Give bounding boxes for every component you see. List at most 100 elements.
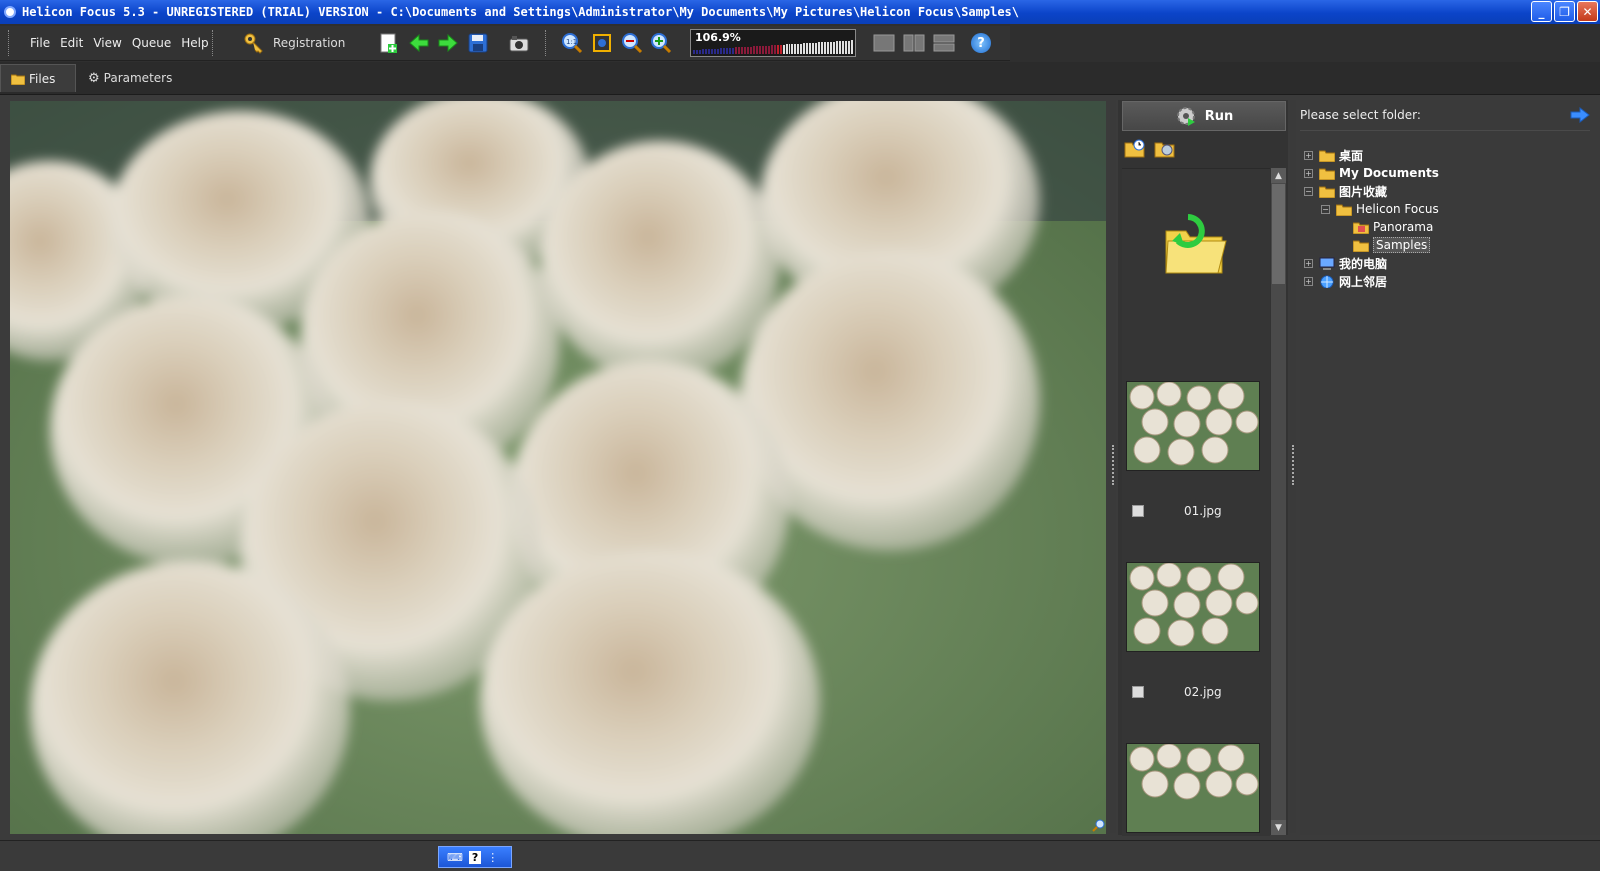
file-list-scrollbar[interactable]: ▲ ▼ [1271, 168, 1286, 835]
tree-expander-icon[interactable]: + [1304, 168, 1313, 178]
tree-node-label: 我的电脑 [1339, 256, 1388, 271]
thumbnail-03[interactable] [1126, 743, 1260, 833]
tree-expander-icon[interactable]: + [1304, 150, 1313, 160]
layout-single-button[interactable] [872, 32, 896, 54]
tree-expander-icon[interactable]: − [1304, 186, 1313, 196]
toolbar-grip[interactable] [8, 30, 12, 56]
folder-icon [1319, 168, 1335, 180]
toolbar-grip[interactable] [545, 30, 549, 56]
open-folder-icon[interactable] [1160, 211, 1230, 277]
app-icon[interactable] [4, 6, 16, 18]
svg-text:1:1: 1:1 [566, 38, 577, 46]
ime-toolbar[interactable]: ⌨ ? ⋮ [438, 846, 512, 868]
folder-icon [11, 74, 25, 85]
ime-options-icon[interactable]: ⋮ [487, 851, 498, 864]
tab-parameters[interactable]: ⚙ Parameters [78, 64, 182, 92]
folder-clock-icon[interactable] [1124, 138, 1146, 158]
toolbar: File Edit View Queue Help Registration 1… [0, 24, 1600, 62]
key-icon [244, 33, 263, 54]
run-button[interactable]: Run [1122, 101, 1286, 131]
scroll-up-arrow-icon[interactable]: ▲ [1271, 168, 1286, 183]
tab-files[interactable]: Files [0, 64, 76, 92]
tree-node-label: 图片收藏 [1339, 184, 1388, 199]
tree-node[interactable]: − 图片收藏 [1304, 182, 1439, 200]
splitter-right[interactable] [1290, 100, 1296, 833]
layout-columns-button[interactable] [902, 32, 926, 54]
restore-button[interactable]: ❐ [1554, 1, 1575, 22]
zoom-fit-button[interactable] [591, 32, 613, 54]
tree-node[interactable]: + My Documents [1304, 164, 1439, 182]
arrow-right-icon [438, 33, 458, 53]
tree-expander-icon[interactable]: + [1304, 276, 1313, 286]
arrow-go-icon[interactable] [1570, 107, 1590, 123]
tree-node[interactable]: Samples [1304, 236, 1439, 254]
zoom-actual-button[interactable]: 1:1 [561, 32, 583, 54]
file-panel-tools [1124, 138, 1176, 158]
zoom-out-icon [622, 33, 643, 54]
folder-panel: Please select folder: + 桌面 + My Documents − 图… [1300, 100, 1600, 835]
thumbnail-image [1127, 382, 1259, 470]
file-checkbox[interactable] [1132, 505, 1144, 517]
thumbnail-01[interactable] [1126, 381, 1260, 471]
file-name: 01.jpg [1184, 504, 1222, 518]
scroll-down-arrow-icon[interactable]: ▼ [1271, 820, 1286, 835]
tree-node[interactable]: Panorama [1304, 218, 1439, 236]
panel-tabs: Files ⚙ Parameters [0, 62, 1600, 95]
keyboard-icon[interactable]: ⌨ [447, 851, 463, 864]
menu-bar: File Edit View Queue Help [30, 36, 209, 50]
zoom-in-button[interactable] [650, 32, 672, 54]
file-row-02[interactable]: 02.jpg [1132, 682, 1262, 702]
tree-node-label: Panorama [1373, 220, 1434, 234]
thumbnail-02[interactable] [1126, 562, 1260, 652]
menu-view[interactable]: View [93, 36, 121, 50]
help-button[interactable]: ? [970, 32, 992, 54]
window-controls: _ ❐ ✕ [1531, 1, 1598, 22]
menu-help[interactable]: Help [181, 36, 208, 50]
tab-files-label: Files [29, 71, 56, 86]
status-bar: ⌨ ? ⋮ [0, 840, 1600, 871]
tree-node-label: My Documents [1339, 166, 1439, 180]
computer-icon [1319, 257, 1335, 270]
zoom-slider[interactable]: 106.9% [690, 29, 856, 57]
scroll-thumb[interactable] [1272, 184, 1285, 284]
tree-expander-icon[interactable]: + [1304, 258, 1313, 268]
zoom-out-button[interactable] [621, 32, 643, 54]
minimize-button[interactable]: _ [1531, 1, 1552, 22]
toolbar-grip[interactable] [212, 30, 216, 56]
image-viewer[interactable] [10, 101, 1106, 834]
new-file-button[interactable] [378, 32, 400, 54]
layout-rows-icon [933, 34, 955, 52]
camera-button[interactable] [508, 32, 530, 54]
layout-columns-icon [903, 34, 925, 52]
file-panel: Run 01.jpg 02.jpg ▲ ▼ [1118, 100, 1288, 836]
folder-icon [1319, 186, 1335, 198]
forward-button[interactable] [437, 32, 459, 54]
back-button[interactable] [408, 32, 430, 54]
registration-button[interactable]: Registration [243, 32, 345, 54]
save-button[interactable] [467, 32, 489, 54]
menu-queue[interactable]: Queue [132, 36, 171, 50]
file-checkbox[interactable] [1132, 686, 1144, 698]
tree-expander-icon[interactable]: − [1321, 204, 1330, 214]
zoom-in-icon [651, 33, 672, 54]
file-row-01[interactable]: 01.jpg [1132, 501, 1262, 521]
window-title: Helicon Focus 5.3 - UNREGISTERED (TRIAL)… [22, 5, 1019, 19]
menu-edit[interactable]: Edit [60, 36, 83, 50]
layout-rows-button[interactable] [932, 32, 956, 54]
ime-help-icon[interactable]: ? [468, 850, 482, 864]
registration-label: Registration [273, 36, 346, 50]
splitter-left[interactable] [1110, 100, 1116, 833]
image-folder-icon [1353, 222, 1369, 234]
magnifier-icon[interactable] [1092, 818, 1106, 832]
folder-tree: + 桌面 + My Documents − 图片收藏 − Helicon Focus Panor… [1304, 146, 1439, 290]
folder-settings-icon[interactable] [1154, 138, 1176, 158]
folder-icon [1353, 240, 1369, 252]
tree-node[interactable]: + 桌面 [1304, 146, 1439, 164]
tree-node[interactable]: + 我的电脑 [1304, 254, 1439, 272]
tree-node-label: 网上邻居 [1339, 274, 1388, 289]
menu-file[interactable]: File [30, 36, 50, 50]
tree-node[interactable]: + 网上邻居 [1304, 272, 1439, 290]
tree-node[interactable]: − Helicon Focus [1304, 200, 1439, 218]
run-label: Run [1204, 108, 1234, 124]
close-button[interactable]: ✕ [1577, 1, 1598, 22]
